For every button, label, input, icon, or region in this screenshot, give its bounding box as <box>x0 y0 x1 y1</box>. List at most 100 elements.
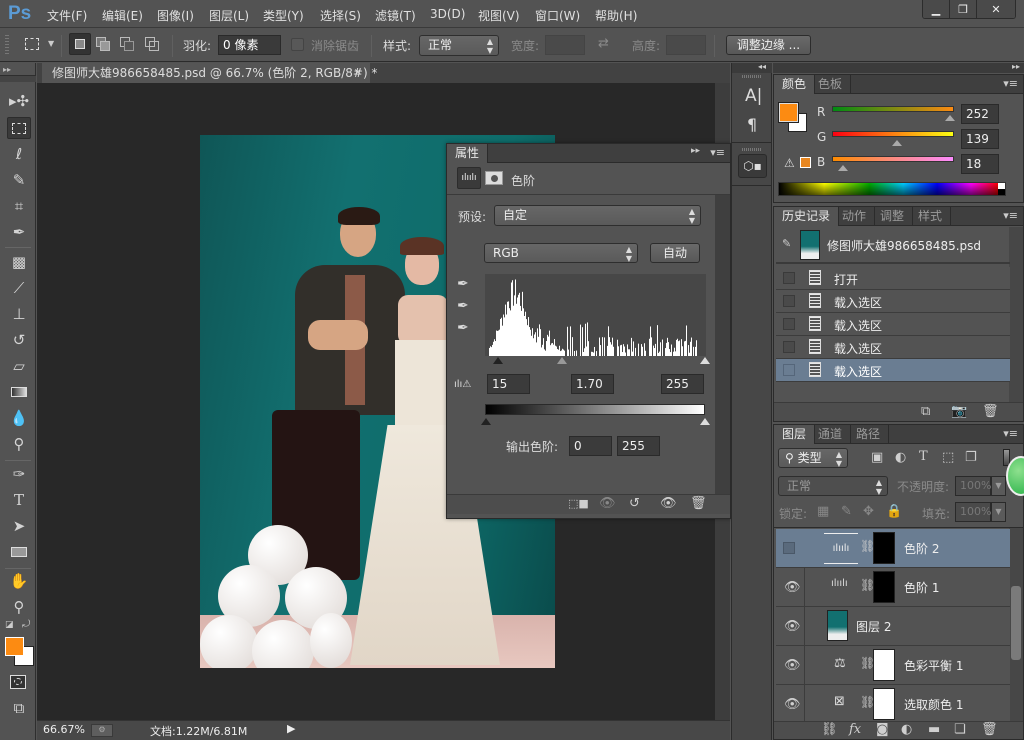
3d-panel-icon[interactable]: ⬡▪ <box>738 154 767 178</box>
delete-state-icon[interactable]: 🗑 <box>982 404 999 419</box>
expand-panels-icon[interactable]: ◂◂ <box>758 62 766 71</box>
menu-layer[interactable]: 图层(L) <box>209 7 249 24</box>
properties-scrollbar[interactable] <box>715 195 730 500</box>
tab-actions[interactable]: 动作 <box>834 207 876 226</box>
menu-filter[interactable]: 滤镜(T) <box>375 7 416 24</box>
layer-row[interactable]: 👁 ⊠ ⛓ 选取颜色 1 <box>776 685 1010 724</box>
brush-tool-icon[interactable]: ⟋ <box>7 277 31 299</box>
refine-edge-button[interactable]: 调整边缘 ... <box>726 35 811 55</box>
output-black-field[interactable]: 0 <box>569 436 612 456</box>
blend-mode-select[interactable]: 正常 ▲ ▼ <box>778 476 888 496</box>
b-value-field[interactable]: 18 <box>961 154 999 174</box>
delete-layer-icon[interactable]: 🗑 <box>981 722 998 737</box>
eraser-icon[interactable]: ▱ <box>7 355 31 377</box>
menu-window[interactable]: 窗口(W) <box>535 7 580 24</box>
swap-icon[interactable]: ⇄ <box>598 36 609 51</box>
menu-help[interactable]: 帮助(H) <box>595 7 637 24</box>
intersect-selection-icon[interactable] <box>145 37 159 51</box>
fill-dropdown-icon[interactable]: ▼ <box>991 502 1006 522</box>
clipping-warning-icon[interactable]: ılı⚠ <box>454 379 471 390</box>
clip-to-layer-icon[interactable]: ⬚■ <box>568 497 589 510</box>
lock-all-icon[interactable]: 🔒 <box>886 504 902 519</box>
layer-row[interactable]: 👁 ılıılı ⛓ 色阶 1 <box>776 568 1010 607</box>
tab-channels[interactable]: 通道 <box>810 425 852 444</box>
new-snapshot-icon[interactable]: 📷 <box>951 404 967 419</box>
tab-paths[interactable]: 路径 <box>848 425 890 444</box>
tab-color[interactable]: 颜色 <box>774 75 816 94</box>
layer-filter-select[interactable]: ⚲ 类型 ▲ ▼ <box>778 448 848 468</box>
eye-icon[interactable]: 👁 <box>784 697 801 712</box>
gradient-tool-icon[interactable] <box>7 381 31 403</box>
channel-select[interactable]: RGB ▲ ▼ <box>484 243 638 263</box>
opacity-field[interactable]: 100% <box>955 476 991 496</box>
new-selection-button[interactable] <box>69 33 91 55</box>
history-brush-source-icon[interactable]: ✎ <box>782 237 791 250</box>
history-item[interactable]: 载入选区 <box>776 290 1010 313</box>
g-value-field[interactable]: 139 <box>961 129 999 149</box>
new-layer-icon[interactable]: ❏ <box>954 722 966 737</box>
black-point-eyedropper-icon[interactable]: ✒ <box>457 276 469 292</box>
tab-history[interactable]: 历史记录 <box>774 207 840 226</box>
height-input[interactable] <box>666 35 706 55</box>
preset-select[interactable]: 自定 ▲ ▼ <box>494 205 701 226</box>
new-group-icon[interactable]: ▬ <box>928 722 940 737</box>
gray-point-eyedropper-icon[interactable]: ✒ <box>457 298 469 314</box>
filter-pixel-icon[interactable]: ▣ <box>871 450 883 465</box>
tab-properties[interactable]: 属性 <box>447 144 489 163</box>
menu-edit[interactable]: 编辑(E) <box>102 7 143 24</box>
lasso-tool-icon[interactable]: ℓ <box>7 143 31 165</box>
type-tool-icon[interactable]: T <box>7 489 31 511</box>
filter-type-icon[interactable]: T <box>919 449 928 464</box>
width-input[interactable] <box>545 35 585 55</box>
toggle-visibility-icon[interactable]: 👁 <box>660 496 677 511</box>
rectangle-tool-icon[interactable] <box>7 541 31 563</box>
status-options-icon[interactable]: ⚙ <box>91 724 113 737</box>
add-mask-icon[interactable]: ◙ <box>876 722 889 737</box>
panel-menu-icon[interactable]: ▾≡ <box>1003 209 1018 222</box>
history-item[interactable]: 载入选区 <box>776 313 1010 336</box>
foreground-swatch[interactable] <box>778 102 799 123</box>
b-slider-track[interactable] <box>832 156 954 162</box>
gamut-color-swatch[interactable] <box>800 157 811 168</box>
restore-button[interactable]: ❐ <box>950 0 977 18</box>
output-white-slider[interactable] <box>700 418 710 425</box>
menu-select[interactable]: 选择(S) <box>320 7 361 24</box>
visibility-toggle-off[interactable] <box>783 542 795 554</box>
b-slider-thumb[interactable] <box>838 165 848 171</box>
input-black-slider[interactable] <box>493 357 503 364</box>
screen-mode-icon[interactable]: ⧉ <box>7 697 31 719</box>
r-value-field[interactable]: 252 <box>961 104 999 124</box>
eyedropper-icon[interactable]: ✒ <box>7 221 31 243</box>
lock-image-icon[interactable]: ✎ <box>841 504 852 519</box>
hand-tool-icon[interactable]: ✋ <box>7 570 31 592</box>
output-white-field[interactable]: 255 <box>617 436 660 456</box>
collapse-icon[interactable]: ▸▸ <box>3 65 11 74</box>
filter-smart-object-icon[interactable]: ❐ <box>965 450 977 465</box>
delete-adjustment-icon[interactable]: 🗑 <box>690 496 707 511</box>
add-selection-icon[interactable] <box>96 37 110 51</box>
tab-swatches[interactable]: 色板 <box>810 75 852 94</box>
color-ramp[interactable] <box>778 182 1006 196</box>
history-scrollbar[interactable] <box>1009 227 1023 402</box>
style-select[interactable]: 正常 ▲ ▼ <box>419 35 499 56</box>
input-gamma-field[interactable]: 1.70 <box>571 374 614 394</box>
zoom-level[interactable]: 66.67% <box>43 723 85 736</box>
view-previous-state-icon[interactable]: 👁 <box>599 496 616 511</box>
zoom-tool-icon[interactable]: ⚲ <box>7 596 31 618</box>
output-black-slider[interactable] <box>481 418 491 425</box>
new-adjustment-layer-icon[interactable]: ◐ <box>901 722 912 737</box>
levels-adjustment-icon[interactable]: ılıılı <box>457 167 481 189</box>
filter-shape-icon[interactable]: ⬚ <box>942 450 954 465</box>
antialias-checkbox[interactable] <box>291 38 304 51</box>
input-white-slider[interactable] <box>700 357 710 364</box>
layer-row[interactable]: 👁 ⚖ ⛓ 色彩平衡 1 <box>776 646 1010 685</box>
out-of-gamut-warning-icon[interactable]: ⚠ <box>784 156 795 170</box>
blur-tool-icon[interactable]: 💧 <box>7 407 31 429</box>
menu-file[interactable]: 文件(F) <box>47 7 87 24</box>
g-slider-thumb[interactable] <box>892 140 902 146</box>
mask-icon[interactable] <box>485 171 503 185</box>
tab-styles[interactable]: 样式 <box>910 207 952 226</box>
panel-menu-icon[interactable]: ▾≡ <box>1003 427 1018 440</box>
history-item[interactable]: 载入选区 <box>776 336 1010 359</box>
panel-menu-icon[interactable]: ▾≡ <box>1003 77 1018 90</box>
